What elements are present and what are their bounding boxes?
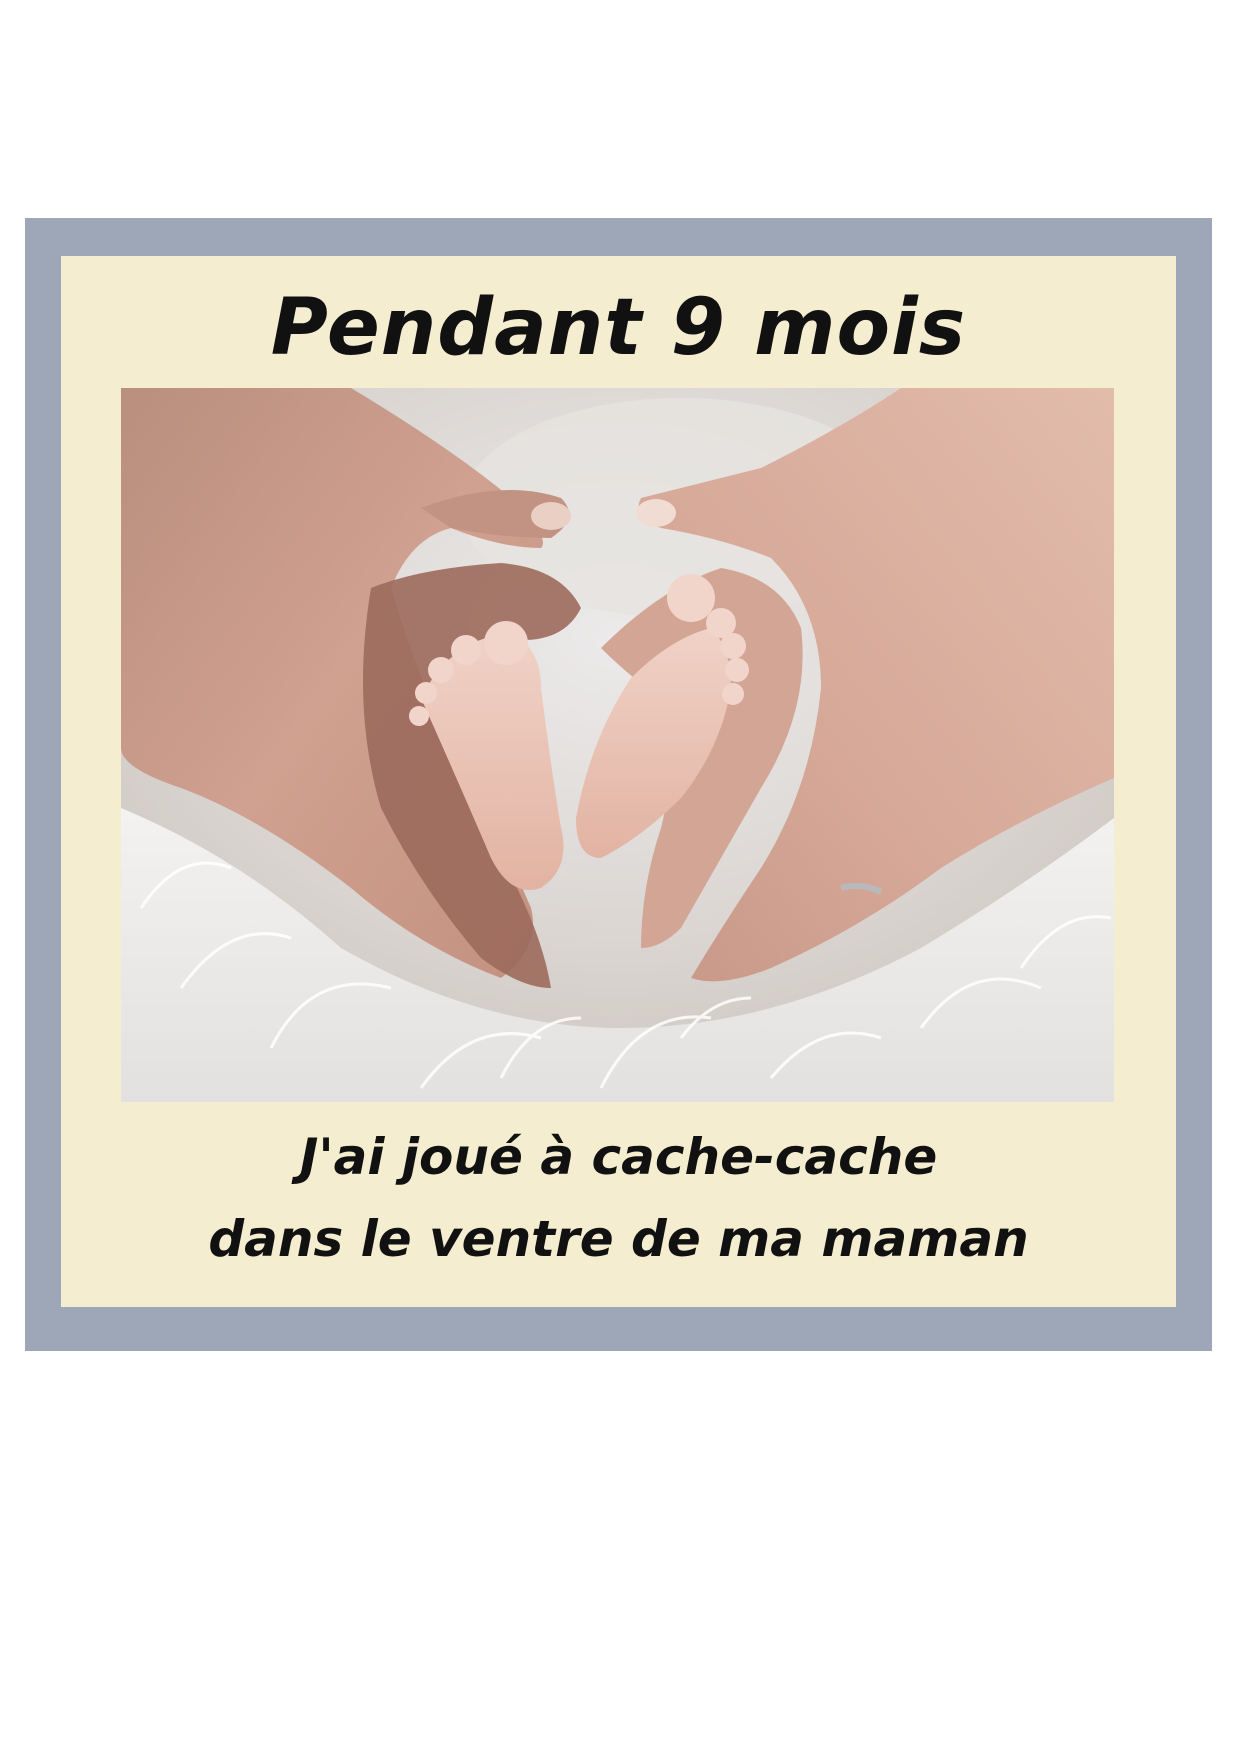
- card-outer-frame: Pendant 9 mois J'ai joué à cache-cache d…: [25, 218, 1212, 1351]
- caption-line-1: J'ai joué à cache-cache: [299, 1128, 938, 1186]
- card-inner-panel: Pendant 9 mois J'ai joué à cache-cache d…: [61, 256, 1176, 1307]
- caption-line-2: dans le ventre de ma maman: [208, 1210, 1029, 1268]
- card-caption: J'ai joué à cache-cache dans le ventre d…: [61, 1116, 1176, 1280]
- baby-feet-photo: [121, 388, 1114, 1102]
- card-title: Pendant 9 mois: [270, 283, 967, 373]
